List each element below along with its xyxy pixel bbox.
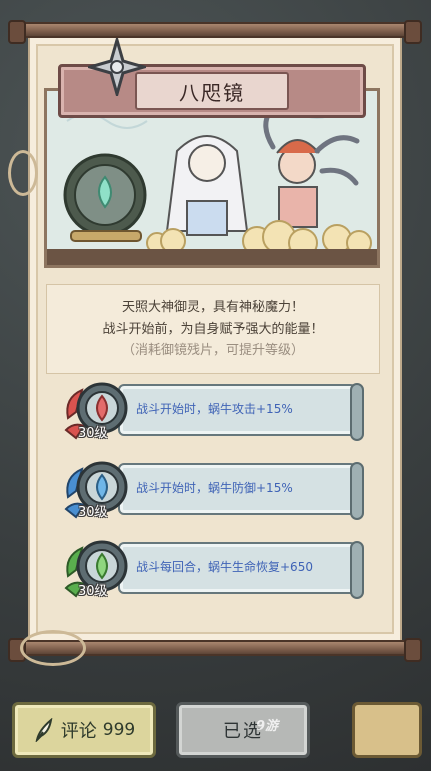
skill-row: 30级 战斗开始时，蜗牛防御+15% (62, 461, 368, 520)
description-line: 天照大神御灵，具有神秘魔力！ (121, 300, 304, 315)
offscreen-button[interactable] (352, 702, 422, 758)
scroll-rod-top (8, 20, 422, 44)
title-label-frame: 八咫镜 (135, 72, 289, 110)
skill-level: 30级 (78, 505, 108, 520)
comment-button[interactable]: 评论 999 (12, 702, 156, 758)
comment-count: 999 (102, 720, 136, 740)
skill-row: 30级 战斗每回合，蜗牛生命恢复+650 (62, 540, 368, 599)
quill-icon (35, 718, 53, 742)
watermark: 9游 (256, 719, 279, 734)
description-line: 战斗开始前，为自身赋予强大的能量！ (102, 322, 324, 337)
upgrade-hint: （消耗御镜残片，可提升等级） (121, 343, 304, 358)
skill-effect-text: 战斗开始时，蜗牛防御+15% (136, 481, 293, 495)
comment-label: 评论 (60, 721, 97, 742)
skill-effect-text: 战斗开始时，蜗牛攻击+15% (136, 402, 293, 416)
scroll-cap (350, 462, 364, 520)
skill-level: 30级 (78, 584, 108, 599)
game-screen: 八咫镜 天照大神御灵，具有神秘魔力！ 战斗开始前，为自身赋予强大的能量！ （消耗… (0, 0, 431, 771)
item-title: 八咫镜 (179, 80, 245, 105)
skill-row: 30级 战斗开始时，蜗牛攻击+15% (62, 382, 368, 441)
rope-decoration (20, 630, 86, 666)
rope-decoration (8, 150, 38, 196)
shuriken-icon (88, 38, 146, 96)
scroll-cap (350, 541, 364, 599)
item-description: 天照大神御灵，具有神秘魔力！ 战斗开始前，为自身赋予强大的能量！ （消耗御镜残片… (46, 284, 380, 374)
selected-button[interactable]: 已选 (176, 702, 310, 758)
skill-level: 30级 (78, 426, 108, 441)
skill-effect-text: 战斗每回合，蜗牛生命恢复+650 (136, 560, 313, 574)
scroll-cap (350, 383, 364, 441)
